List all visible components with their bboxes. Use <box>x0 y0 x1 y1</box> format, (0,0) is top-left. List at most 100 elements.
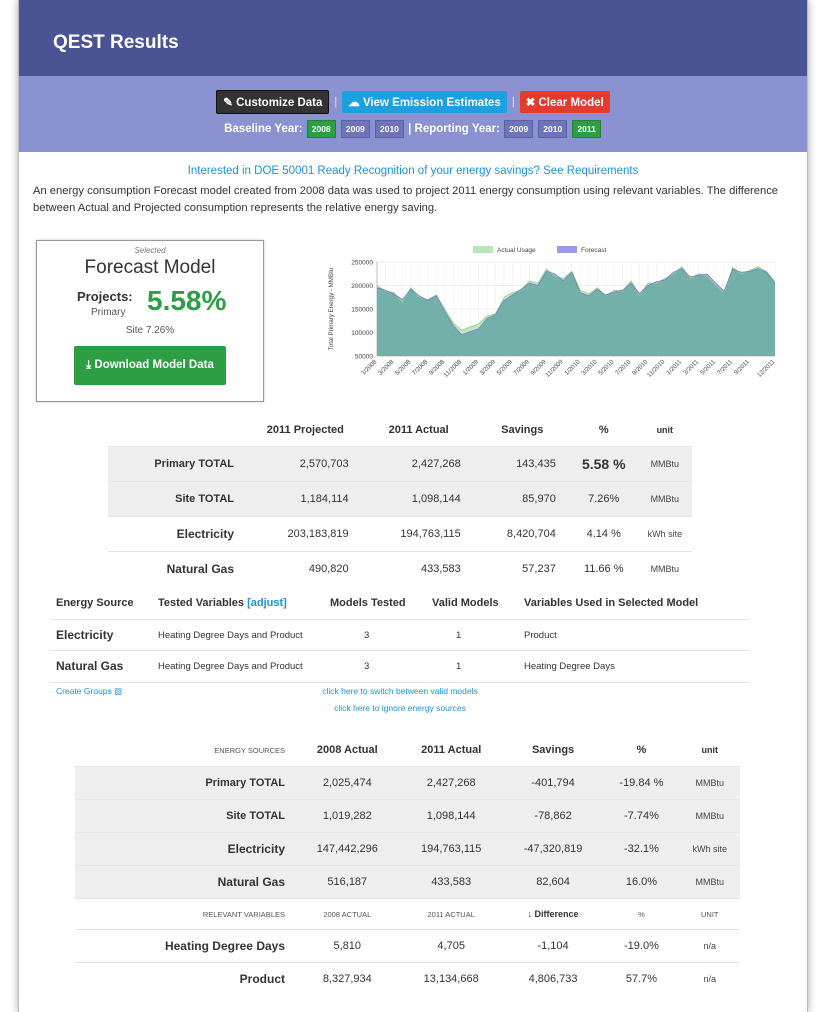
doe-50001-link[interactable]: Interested in DOE 50001 Ready Recognitio… <box>19 152 807 177</box>
cell: MMBtu <box>679 865 740 899</box>
y-tick-label: 200000 <box>351 283 373 290</box>
baseline-year-label: Baseline Year: <box>224 123 303 135</box>
reporting-year-2011[interactable]: 2011 <box>572 120 601 138</box>
row-label: Electricity <box>75 832 295 866</box>
view-emission-estimates-button[interactable]: ☁ View Emission Estimates <box>342 91 507 113</box>
row-label: Natural Gas <box>108 551 248 586</box>
table-row: Product 8,327,934 13,134,668 4,806,733 5… <box>75 962 740 995</box>
row-label: Primary TOTAL <box>75 766 295 800</box>
cell: 5,810 <box>295 929 400 963</box>
table-row: Heating Degree Days 5,810 4,705 -1,104 -… <box>75 929 740 963</box>
row-label: Primary TOTAL <box>108 446 248 482</box>
cell: MMBtu <box>637 446 692 482</box>
cell: 7.26% <box>569 481 638 517</box>
cell: 1,098,144 <box>399 799 503 833</box>
ignore-sources-link[interactable]: click here to ignore energy sources <box>334 703 466 713</box>
cell: 1 <box>426 619 518 651</box>
customize-data-button[interactable]: ✎ Customize Data <box>216 90 330 114</box>
sitemap-icon: ▧ <box>114 686 123 696</box>
baseline-year-2009[interactable]: 2009 <box>340 120 370 138</box>
baseline-year-2008[interactable]: 2008 <box>306 120 336 138</box>
energy-source: Natural Gas <box>50 650 152 681</box>
cell: 490,820 <box>248 551 363 586</box>
cell: 8,420,704 <box>474 516 570 552</box>
x-tick-label: 3/2008 <box>377 358 396 377</box>
table-row: Electricity Heating Degree Days and Prod… <box>50 619 750 651</box>
reporting-year-2010[interactable]: 2010 <box>538 120 568 138</box>
table-row: Electricity 203,183,819 194,763,115 8,42… <box>108 516 692 552</box>
cell: 516,187 <box>295 865 400 899</box>
y-axis-label: Total Primary Energy - MMBtu <box>328 267 335 350</box>
column-header: RELEVANT VARIABLES <box>75 898 295 930</box>
column-header: 2011 ACTUAL <box>399 898 503 930</box>
x-tick-label: 9/2011 <box>733 358 751 376</box>
difference-sort-header[interactable]: ↓ Difference <box>502 898 604 930</box>
x-tick-label: 11/2009 <box>544 358 565 379</box>
cell: 11.66 % <box>569 551 638 586</box>
column-header: Energy Source <box>56 597 134 609</box>
x-tick-label: 11/2010 <box>646 358 667 379</box>
forecast-model-title: Forecast Model <box>84 257 216 278</box>
cell: 194,763,115 <box>362 516 475 552</box>
cell: MMBtu <box>637 481 692 517</box>
column-header: 2011 Actual <box>421 744 482 756</box>
x-tick-label: 5/2008 <box>394 358 413 377</box>
column-header: % <box>603 898 680 930</box>
results-header: QEST Results <box>19 0 807 76</box>
column-header: Variables Used in Selected Model <box>524 597 699 609</box>
cell: 5.58 % <box>569 446 638 482</box>
row-label: Site TOTAL <box>75 799 295 833</box>
column-header: Models Tested <box>330 597 406 609</box>
y-tick-label: 50000 <box>355 354 373 361</box>
column-header: Tested Variables [adjust] <box>152 595 324 620</box>
legend-label: Forecast <box>581 247 606 254</box>
cell: 3 <box>324 650 426 681</box>
reporting-year-2009[interactable]: 2009 <box>504 120 534 138</box>
adjust-link[interactable]: [adjust] <box>247 597 287 609</box>
x-tick-label: 1/2011 <box>665 358 683 376</box>
row-label: Site TOTAL <box>108 481 248 517</box>
table-row: Site TOTAL 1,184,114 1,098,144 85,970 7.… <box>108 481 692 517</box>
column-header: Savings <box>501 424 544 436</box>
column-header: 2011 Projected <box>266 424 344 436</box>
projects-label: Projects: <box>77 289 133 304</box>
x-tick-label: 5/2011 <box>699 358 717 376</box>
row-label: Electricity <box>108 516 248 552</box>
divider: | <box>511 96 515 108</box>
cell: MMBtu <box>679 799 740 833</box>
cell: 194,763,115 <box>399 832 503 866</box>
page-title: QEST Results <box>53 32 179 53</box>
links-area: Create Groups ▧ click here to switch bet… <box>50 682 750 713</box>
column-header: % <box>636 744 647 756</box>
table-row: Electricity 147,442,296 194,763,115 -47,… <box>75 832 740 866</box>
legend-label: Actual Usage <box>497 247 536 254</box>
cell: -47,320,819 <box>502 832 604 866</box>
x-tick-label: 7/2009 <box>512 358 531 377</box>
cell: MMBtu <box>679 766 740 800</box>
cell: 1,098,144 <box>362 481 475 517</box>
x-tick-label: 12/2011 <box>756 358 777 379</box>
table-row: Primary TOTAL 2,025,474 2,427,268 -401,7… <box>75 766 740 800</box>
cell: 57.7% <box>603 962 680 995</box>
y-tick-label: 100000 <box>351 330 373 337</box>
comparison-table: ENERGY SOURCES 2008 Actual 2011 Actual S… <box>75 742 740 995</box>
download-model-data-button[interactable]: ⤓ Download Model Data <box>74 346 226 385</box>
forecast-model-card: Selected Forecast Model Projects: Primar… <box>36 240 264 402</box>
column-header: ENERGY SOURCES <box>214 745 285 755</box>
cell: n/a <box>679 929 740 963</box>
cell: 13,134,668 <box>399 962 503 995</box>
switch-models-link[interactable]: click here to switch between valid model… <box>180 686 620 696</box>
clear-model-button[interactable]: ✖ Clear Model <box>519 91 610 113</box>
create-groups-link[interactable]: Create Groups ▧ <box>56 686 122 697</box>
x-tick-label: 1/2010 <box>563 358 582 377</box>
create-groups-label: Create Groups <box>56 686 112 696</box>
cell: -19.84 % <box>603 766 680 800</box>
cell: 4.14 % <box>569 516 638 552</box>
cell: Product <box>518 619 750 651</box>
cell: -7.74% <box>603 799 680 833</box>
legend-swatch-actual <box>473 246 493 253</box>
table-row: Natural Gas 490,820 433,583 57,237 11.66… <box>108 551 692 586</box>
cell: 4,806,733 <box>502 962 604 995</box>
baseline-year-2010[interactable]: 2010 <box>375 120 404 138</box>
cell: Heating Degree Days and Product <box>152 650 324 681</box>
